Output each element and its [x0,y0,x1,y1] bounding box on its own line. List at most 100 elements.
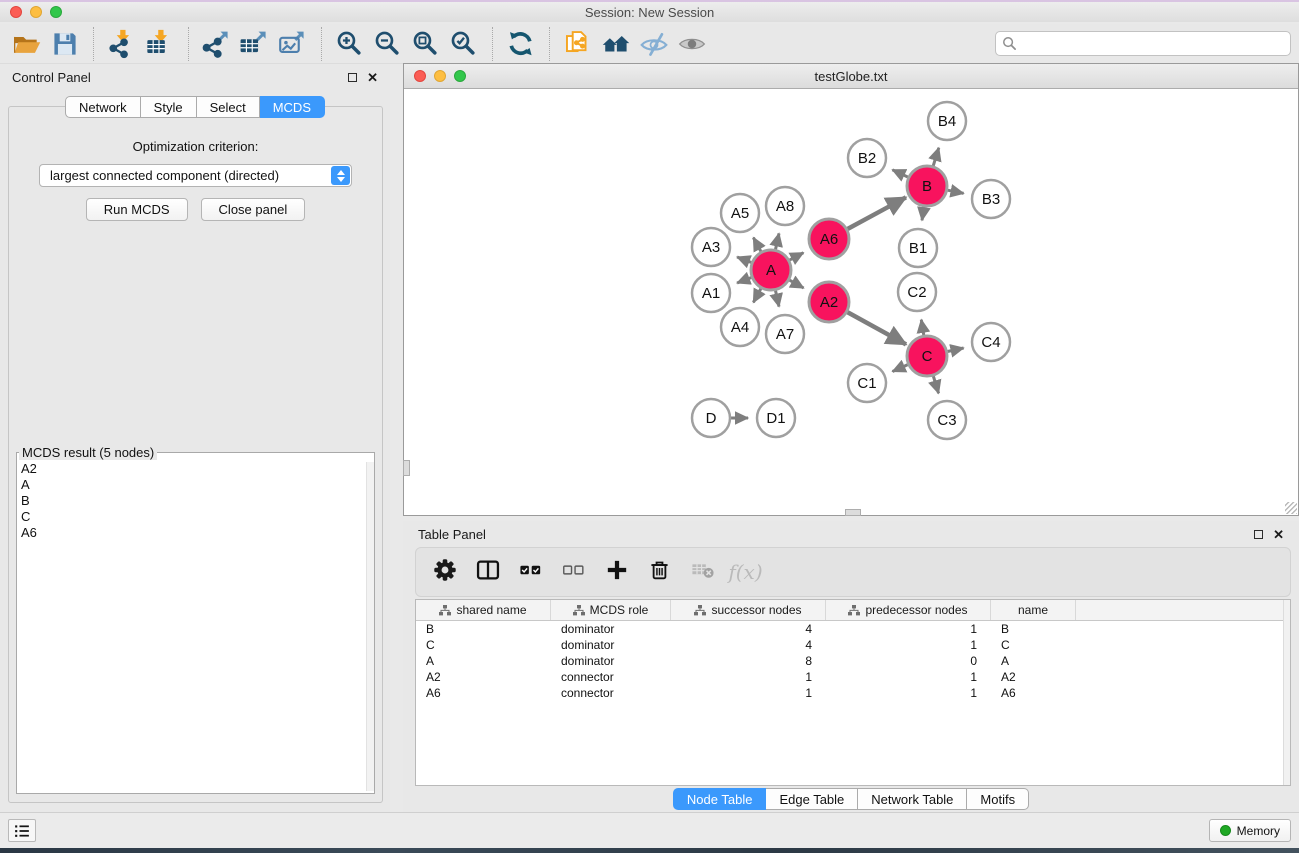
result-scrollbar[interactable] [366,462,374,791]
graph-node-A6[interactable]: A6 [809,219,849,259]
graph-edge-A-A3[interactable] [737,257,751,263]
graph-edge-A2-C[interactable] [847,312,906,344]
graph-node-A4[interactable]: A4 [721,308,759,346]
graph-edge-A-A4[interactable] [753,288,761,302]
birdseye-handle-bottom[interactable] [845,509,861,516]
graph-node-C3[interactable]: C3 [928,401,966,439]
mcds-result-item[interactable]: C [21,509,374,525]
table-row[interactable]: A2connector11A2 [416,669,1290,685]
search-input[interactable] [1017,36,1284,51]
tab-mcds[interactable]: MCDS [260,96,325,118]
column-header-predecessor-nodes[interactable]: predecessor nodes [826,600,991,620]
column-header-MCDS-role[interactable]: MCDS role [551,600,671,620]
zoom-fit-button[interactable] [407,27,445,61]
graph-edge-C-C4[interactable] [948,348,964,352]
graph-node-B2[interactable]: B2 [848,139,886,177]
optimization-dropdown[interactable]: largest connected component (directed) [39,164,352,187]
zoom-in-button[interactable] [331,27,369,61]
graph-node-A3[interactable]: A3 [692,228,730,266]
graph-edge-C-C1[interactable] [893,365,908,372]
graph-node-A1[interactable]: A1 [692,274,730,312]
delete-column-button[interactable] [641,554,678,590]
duplicate-network-button[interactable] [559,27,597,61]
birdseye-handle-left[interactable] [403,460,410,476]
export-table-button[interactable] [236,27,274,61]
graph-edge-C-C3[interactable] [933,376,938,393]
graph-node-B4[interactable]: B4 [928,102,966,140]
column-header-name[interactable]: name [991,600,1076,620]
network-canvas[interactable]: B4 B2 B B3 A8A5 A6 A3 B1 A C2 A1 A2 A4A7 C4 C C1 C3 D D1 [404,89,1298,515]
window-resize-grip[interactable] [1285,502,1297,514]
float-panel-icon[interactable] [348,73,357,82]
graph-node-A2[interactable]: A2 [809,282,849,322]
graph-edge-A-A2[interactable] [789,280,803,288]
export-network-button[interactable] [198,27,236,61]
graph-node-C4[interactable]: C4 [972,323,1010,361]
add-column-button[interactable] [598,554,635,590]
graph-edge-B-B1[interactable] [922,207,924,221]
graph-edge-B-B2[interactable] [892,170,908,177]
table-scrollbar[interactable] [1283,600,1290,785]
deselect-all-button[interactable] [555,554,592,590]
refresh-view-button[interactable] [502,27,540,61]
zoom-out-button[interactable] [369,27,407,61]
graph-edge-A-A5[interactable] [753,238,761,252]
mcds-result-item[interactable]: A6 [21,525,374,541]
graph-node-C2[interactable]: C2 [898,273,936,311]
column-header-successor-nodes[interactable]: successor nodes [671,600,826,620]
table-tab-network-table[interactable]: Network Table [858,788,967,810]
close-panel-button[interactable]: Close panel [201,198,306,221]
toggle-panel-split-button[interactable] [469,554,506,590]
search-box[interactable] [995,31,1291,56]
show-panels-button[interactable] [8,819,36,842]
graph-node-D1[interactable]: D1 [757,399,795,437]
graph-edge-A-A1[interactable] [737,278,751,284]
graph-node-B[interactable]: B [907,166,947,206]
tab-style[interactable]: Style [141,96,197,118]
mcds-result-item[interactable]: A2 [21,461,374,477]
home-view-button[interactable] [597,27,635,61]
column-header-shared-name[interactable]: shared name [416,600,551,620]
graph-edge-B-B4[interactable] [933,148,939,166]
graph-edge-A-A6[interactable] [790,253,804,260]
table-row[interactable]: Cdominator41C [416,637,1290,653]
graph-node-B3[interactable]: B3 [972,180,1010,218]
graph-edge-A6-B[interactable] [848,197,906,229]
mcds-result-item[interactable]: A [21,477,374,493]
graph-node-C[interactable]: C [907,336,947,376]
table-row[interactable]: A6connector11A6 [416,685,1290,701]
graph-node-A8[interactable]: A8 [766,187,804,225]
graph-node-A7[interactable]: A7 [766,315,804,353]
network-window-titlebar[interactable]: testGlobe.txt [404,64,1298,89]
graph-node-A[interactable]: A [751,250,791,290]
table-tab-motifs[interactable]: Motifs [967,788,1029,810]
table-settings-button[interactable] [426,554,463,590]
import-table-button[interactable] [141,27,179,61]
graph-edge-A-A8[interactable] [776,233,780,249]
graph-edge-A-A7[interactable] [776,291,780,307]
mcds-result-item[interactable]: B [21,493,374,509]
graph-node-A5[interactable]: A5 [721,194,759,232]
tab-select[interactable]: Select [197,96,260,118]
select-all-button[interactable] [512,554,549,590]
close-panel-icon[interactable]: ✕ [367,71,378,84]
table-tab-edge-table[interactable]: Edge Table [766,788,858,810]
export-image-button[interactable] [274,27,312,61]
graph-node-D[interactable]: D [692,399,730,437]
memory-button[interactable]: Memory [1209,819,1291,842]
run-mcds-button[interactable]: Run MCDS [86,198,188,221]
show-all-button[interactable] [673,27,711,61]
table-tab-node-table[interactable]: Node Table [673,788,767,810]
graph-node-C1[interactable]: C1 [848,364,886,402]
table-row[interactable]: Bdominator41B [416,621,1290,637]
save-session-button[interactable] [46,27,84,61]
graph-node-B1[interactable]: B1 [899,229,937,267]
graph-edge-C-C2[interactable] [921,320,924,336]
import-network-button[interactable] [103,27,141,61]
tab-network[interactable]: Network [65,96,141,118]
table-row[interactable]: Adominator80A [416,653,1290,669]
hide-unselected-button[interactable] [635,27,673,61]
graph-edge-B-B3[interactable] [948,190,964,193]
table-float-panel-icon[interactable] [1254,530,1263,539]
open-session-button[interactable] [8,27,46,61]
